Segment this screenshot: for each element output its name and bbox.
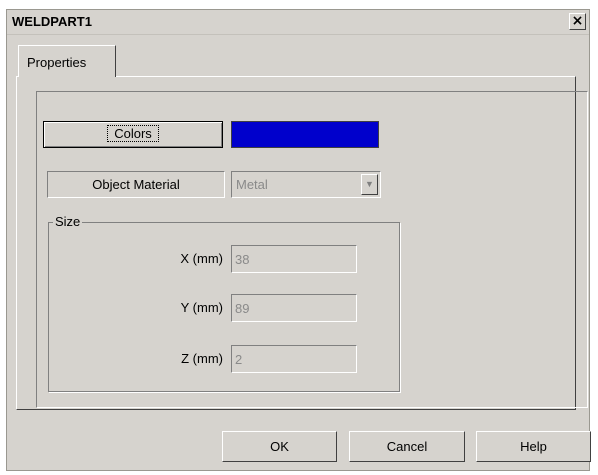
x-label: X (mm)	[180, 251, 223, 266]
colors-button-label: Colors	[107, 125, 159, 142]
close-button[interactable]: ×	[569, 13, 586, 30]
x-input[interactable]	[231, 245, 357, 273]
size-group-label: Size	[53, 214, 83, 229]
close-icon: ×	[571, 13, 584, 29]
object-material-select[interactable]: Metal ▼	[231, 171, 381, 198]
help-button[interactable]: Help	[476, 431, 591, 462]
chevron-down-icon[interactable]: ▼	[361, 174, 378, 195]
tab-properties-label: Properties	[27, 55, 87, 70]
ok-button[interactable]: OK	[222, 431, 337, 462]
tab-properties[interactable]: Properties	[18, 45, 116, 77]
title-bar[interactable]: WELDPART1 ×	[7, 10, 589, 35]
color-swatch[interactable]	[231, 121, 379, 148]
colors-button[interactable]: Colors	[43, 121, 223, 148]
y-label: Y (mm)	[180, 300, 223, 315]
object-material-label: Object Material	[47, 171, 225, 198]
cancel-button[interactable]: Cancel	[349, 431, 465, 462]
object-material-value: Metal	[236, 177, 268, 192]
z-input[interactable]	[231, 345, 357, 373]
window-title: WELDPART1	[12, 14, 92, 29]
z-label: Z (mm)	[181, 351, 223, 366]
y-input[interactable]	[231, 294, 357, 322]
